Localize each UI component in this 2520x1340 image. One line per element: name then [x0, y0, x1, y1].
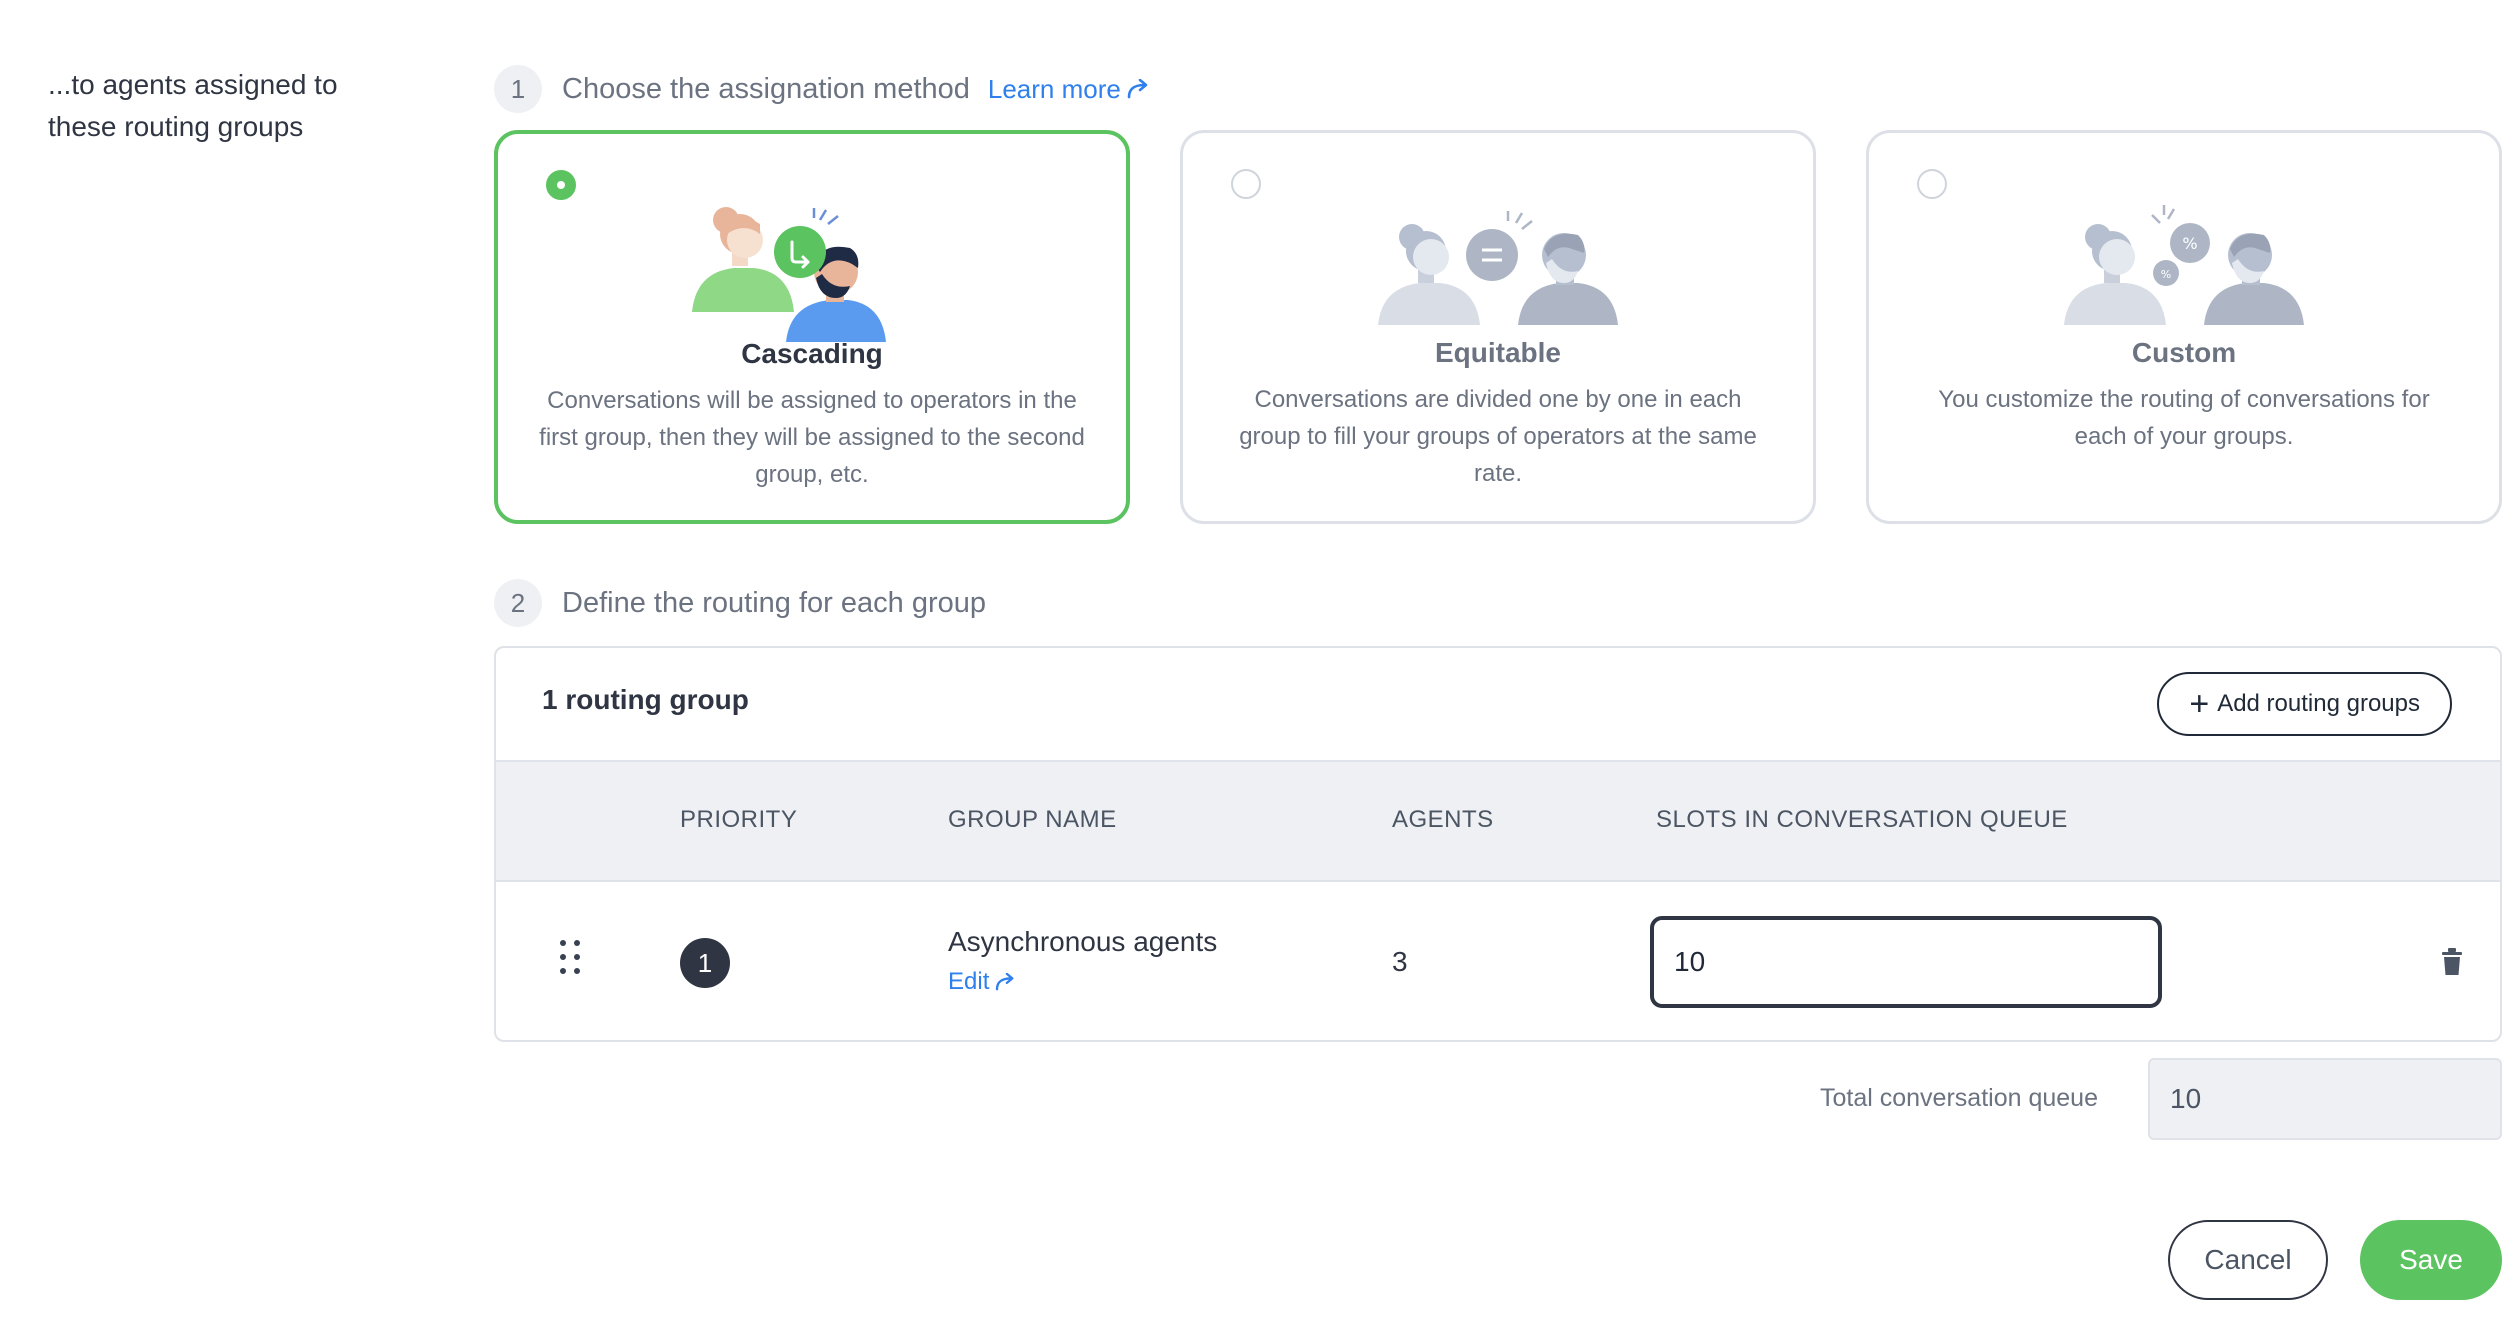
- step-number: 2: [494, 579, 542, 627]
- method-title: Cascading: [741, 338, 883, 369]
- method-card-custom[interactable]: % % Custom You customize the routing of …: [1866, 130, 2502, 524]
- method-description: Conversations will be assigned to operat…: [539, 387, 1085, 488]
- method-card-cascading[interactable]: Cascading Conversations will be assigned…: [494, 130, 1130, 524]
- step-1-header: 1 Choose the assignation method Learn mo…: [494, 64, 1151, 114]
- routing-groups-panel: 1 routing group + Add routing groups PRI…: [494, 646, 2502, 1042]
- svg-text:%: %: [2182, 234, 2197, 253]
- edit-label: Edit: [948, 968, 990, 995]
- step-2-header: 2 Define the routing for each group: [494, 578, 986, 628]
- edit-group-link[interactable]: Edit: [948, 968, 1017, 996]
- svg-text:%: %: [2161, 268, 2171, 281]
- radio-custom[interactable]: [1917, 169, 1947, 199]
- table-row: 1 Asynchronous agents Edit 3: [496, 882, 2500, 1040]
- total-queue-label: Total conversation queue: [1820, 1084, 2098, 1112]
- radio-cascading[interactable]: [546, 170, 576, 200]
- add-routing-groups-label: Add routing groups: [2217, 690, 2420, 717]
- column-agents: AGENTS: [1392, 806, 1494, 833]
- section-label: ...to agents assigned to these routing g…: [48, 69, 338, 142]
- total-queue-field: [2148, 1058, 2502, 1140]
- method-description: Conversations are divided one by one in …: [1239, 386, 1757, 487]
- step-title: Define the routing for each group: [562, 586, 986, 619]
- drag-handle-icon[interactable]: [560, 940, 584, 978]
- cancel-button[interactable]: Cancel: [2168, 1220, 2328, 1300]
- method-card-equitable[interactable]: Equitable Conversations are divided one …: [1180, 130, 1816, 524]
- column-group-name: GROUP NAME: [948, 806, 1117, 833]
- add-routing-groups-button[interactable]: + Add routing groups: [2157, 672, 2452, 736]
- group-name: Asynchronous agents: [948, 926, 1218, 957]
- method-title: Equitable: [1434, 337, 1561, 368]
- table-header: PRIORITY GROUP NAME AGENTS SLOTS IN CONV…: [496, 762, 2500, 882]
- redirect-arrow-icon: [1127, 79, 1148, 99]
- column-priority: PRIORITY: [680, 806, 798, 833]
- column-slots: SLOTS IN CONVERSATION QUEUE: [1656, 806, 2068, 833]
- slots-input[interactable]: [1650, 916, 2162, 1008]
- step-title: Choose the assignation method: [562, 72, 970, 105]
- learn-more-label: Learn more: [987, 73, 1121, 104]
- panel-header: 1 routing group + Add routing groups: [496, 648, 2500, 762]
- routing-group-count: 1 routing group: [542, 684, 749, 715]
- redirect-arrow-icon: [996, 973, 1014, 991]
- step-number: 1: [494, 65, 542, 113]
- radio-equitable[interactable]: [1231, 169, 1261, 199]
- method-title: Custom: [2131, 337, 2237, 368]
- custom-illustration: % %: [2064, 205, 2304, 325]
- cascading-illustration: [692, 207, 886, 342]
- priority-badge: 1: [680, 938, 730, 988]
- plus-icon: +: [2189, 685, 2210, 723]
- trash-icon[interactable]: [2440, 948, 2464, 976]
- save-button[interactable]: Save: [2360, 1220, 2502, 1300]
- assignation-methods: Cascading Conversations will be assigned…: [494, 130, 2502, 528]
- learn-more-link[interactable]: Learn more: [988, 74, 1151, 105]
- method-description: You customize the routing of conversatio…: [1938, 386, 2430, 450]
- equitable-illustration: [1378, 211, 1618, 325]
- agents-count: 3: [1392, 946, 1408, 977]
